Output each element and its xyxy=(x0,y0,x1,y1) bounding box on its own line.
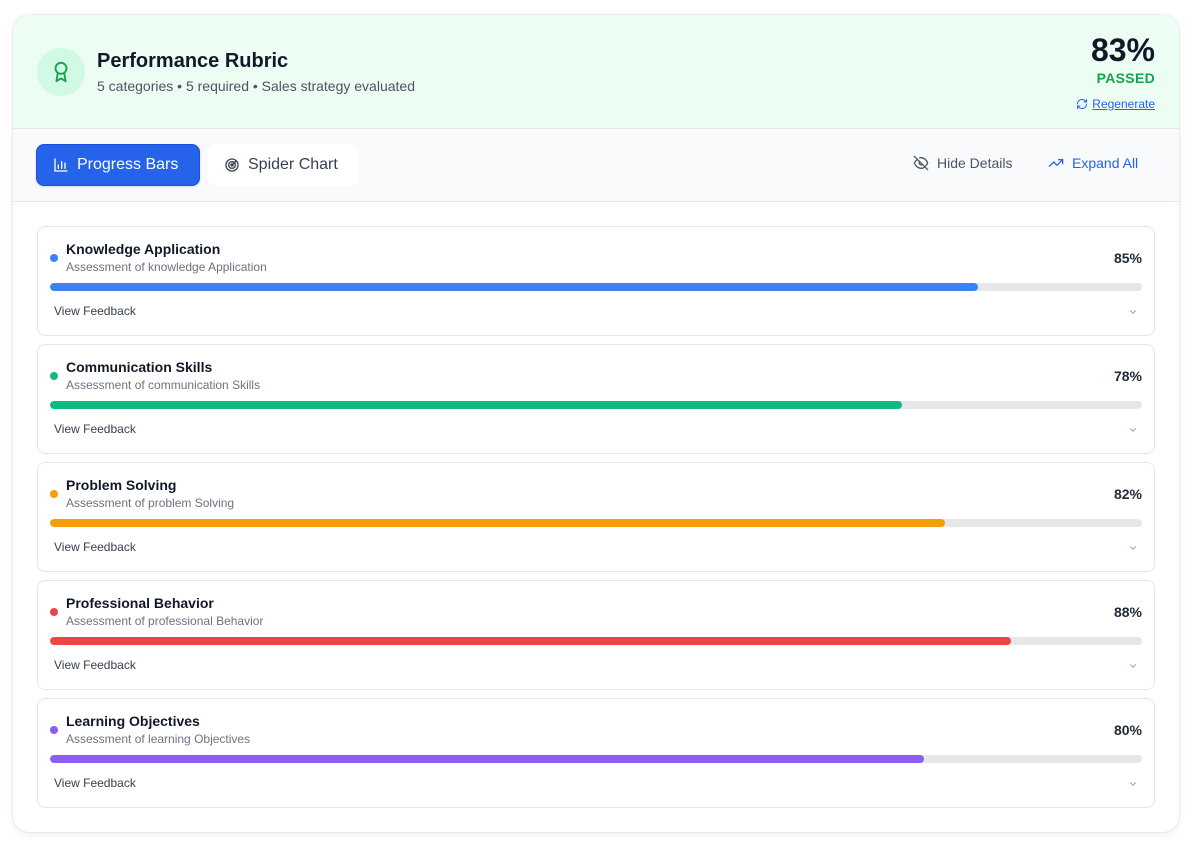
category-color-dot xyxy=(50,608,58,616)
view-feedback-toggle[interactable]: View Feedback xyxy=(54,540,136,554)
eye-off-icon xyxy=(913,155,929,171)
progress-fill xyxy=(50,755,924,763)
category-item: Problem Solving Assessment of problem So… xyxy=(37,462,1155,572)
category-description: Assessment of problem Solving xyxy=(66,496,235,510)
category-name: Communication Skills xyxy=(66,359,213,375)
refresh-icon xyxy=(1077,99,1088,109)
regenerate-link[interactable]: Regenerate xyxy=(1076,97,1155,111)
category-score: 85% xyxy=(1113,250,1142,266)
category-score: 88% xyxy=(1113,604,1142,620)
chevron-down-icon[interactable] xyxy=(1128,661,1138,671)
category-color-dot xyxy=(50,372,58,380)
chevron-down-icon[interactable] xyxy=(1128,307,1138,317)
view-feedback-toggle[interactable]: View Feedback xyxy=(54,304,136,318)
status-badge: PASSED xyxy=(1096,70,1155,86)
tab-label: Spider Chart xyxy=(248,156,338,173)
category-name: Learning Objectives xyxy=(66,713,200,729)
category-name: Problem Solving xyxy=(66,477,177,493)
tab-label: Progress Bars xyxy=(77,156,179,173)
award-icon xyxy=(37,48,85,96)
page-subtitle: 5 categories • 5 required • Sales strate… xyxy=(97,78,415,94)
category-item: Learning Objectives Assessment of learni… xyxy=(37,698,1155,808)
progress-track xyxy=(50,519,1142,527)
progress-fill xyxy=(50,401,902,409)
view-toolbar: Progress Bars Spider Chart Hide Details xyxy=(13,129,1179,202)
category-color-dot xyxy=(50,490,58,498)
overall-score: 83% xyxy=(1090,32,1155,68)
progress-fill xyxy=(50,283,979,291)
page-title: Performance Rubric xyxy=(97,50,289,72)
progress-fill xyxy=(50,519,946,527)
chevron-down-icon[interactable] xyxy=(1128,425,1138,435)
regenerate-label: Regenerate xyxy=(1092,97,1155,111)
category-description: Assessment of knowledge Application xyxy=(66,260,267,274)
expand-all-label: Expand All xyxy=(1072,155,1139,171)
chevron-down-icon[interactable] xyxy=(1128,543,1138,553)
category-name: Knowledge Application xyxy=(66,241,221,257)
progress-fill xyxy=(50,637,1011,645)
view-feedback-toggle[interactable]: View Feedback xyxy=(54,422,136,436)
category-color-dot xyxy=(50,254,58,262)
category-item: Knowledge Application Assessment of know… xyxy=(37,226,1155,336)
category-description: Assessment of communication Skills xyxy=(66,378,261,392)
expand-all-button[interactable]: Expand All xyxy=(1048,155,1138,171)
rubric-header: Performance Rubric 5 categories • 5 requ… xyxy=(13,15,1179,129)
progress-track xyxy=(50,401,1142,409)
hide-details-button[interactable]: Hide Details xyxy=(913,155,1012,171)
category-description: Assessment of professional Behavior xyxy=(66,614,264,628)
category-color-dot xyxy=(50,726,58,734)
view-feedback-toggle[interactable]: View Feedback xyxy=(54,658,136,672)
bar-chart-icon xyxy=(54,158,68,172)
tab-spider-chart[interactable]: Spider Chart xyxy=(208,144,358,186)
view-feedback-toggle[interactable]: View Feedback xyxy=(54,776,136,790)
rubric-card: Performance Rubric 5 categories • 5 requ… xyxy=(13,15,1179,832)
category-score: 78% xyxy=(1113,368,1142,384)
category-list: Knowledge Application Assessment of know… xyxy=(37,226,1155,816)
progress-track xyxy=(50,755,1142,763)
tab-progress-bars[interactable]: Progress Bars xyxy=(36,144,200,186)
category-score: 80% xyxy=(1113,722,1142,738)
radar-icon xyxy=(225,158,239,172)
category-name: Professional Behavior xyxy=(66,595,214,611)
hide-details-label: Hide Details xyxy=(937,155,1013,171)
chevron-down-icon[interactable] xyxy=(1128,779,1138,789)
progress-track xyxy=(50,637,1142,645)
category-description: Assessment of learning Objectives xyxy=(66,732,251,746)
category-item: Communication Skills Assessment of commu… xyxy=(37,344,1155,454)
category-item: Professional Behavior Assessment of prof… xyxy=(37,580,1155,690)
category-score: 82% xyxy=(1113,486,1142,502)
progress-track xyxy=(50,283,1142,291)
trending-up-icon xyxy=(1048,159,1064,167)
